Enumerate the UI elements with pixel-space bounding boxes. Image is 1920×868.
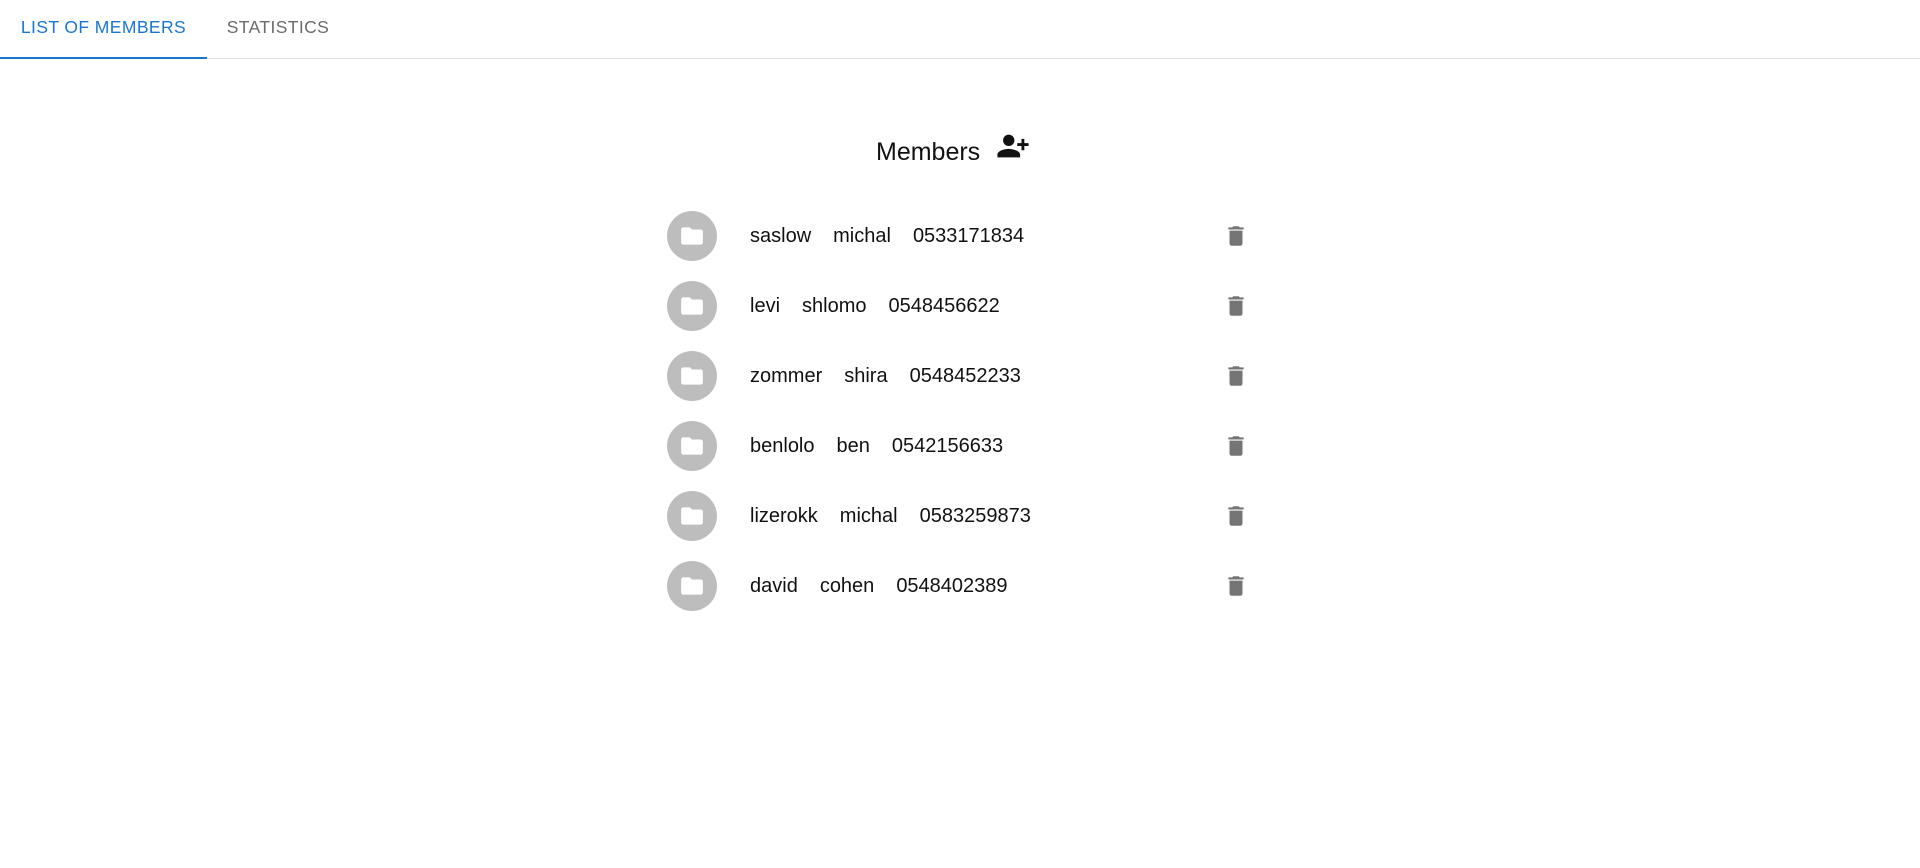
member-phone: 0583259873 — [919, 505, 1031, 527]
tab-statistics[interactable]: STATISTICS — [207, 0, 349, 59]
delete-button[interactable] — [1220, 290, 1252, 322]
member-row: benlolo ben 0542156633 — [666, 416, 1266, 486]
folder-icon — [679, 293, 705, 319]
tab-bar: LIST OF MEMBERS STATISTICS — [0, 0, 1920, 59]
folder-icon — [679, 223, 705, 249]
delete-button[interactable] — [1220, 360, 1252, 392]
page-title: Members — [876, 137, 981, 166]
member-last-name: levi — [750, 295, 781, 317]
member-first-name: shlomo — [802, 295, 867, 317]
trash-icon — [1223, 502, 1249, 530]
member-row: saslow michal 0533171834 — [666, 206, 1266, 276]
member-avatar — [667, 281, 717, 331]
trash-icon — [1223, 292, 1249, 320]
member-row: levi shlomo 0548456622 — [666, 276, 1266, 346]
member-row: lizerokk michal 0583259873 — [666, 486, 1266, 556]
folder-icon — [679, 503, 705, 529]
member-phone: 0548456622 — [888, 295, 1000, 317]
member-avatar — [667, 421, 717, 471]
delete-button[interactable] — [1220, 570, 1252, 602]
folder-icon — [679, 573, 705, 599]
member-first-name: shira — [844, 365, 888, 387]
member-last-name: benlolo — [750, 435, 815, 457]
member-first-name: ben — [836, 435, 870, 457]
tab-list-of-members[interactable]: LIST OF MEMBERS — [0, 0, 207, 59]
member-last-name: zommer — [750, 365, 823, 387]
delete-button[interactable] — [1220, 220, 1252, 252]
trash-icon — [1223, 572, 1249, 600]
member-avatar — [667, 491, 717, 541]
member-details: benlolo ben 0542156633 — [750, 416, 1025, 476]
member-phone: 0548452233 — [909, 365, 1021, 387]
member-row: david cohen 0548402389 — [666, 556, 1266, 626]
member-details: zommer shira 0548452233 — [750, 346, 1043, 406]
member-list: saslow michal 0533171834 levi shlomo 05484566… — [666, 206, 1266, 626]
member-details: levi shlomo 0548456622 — [750, 276, 1022, 336]
member-phone: 0542156633 — [891, 435, 1004, 457]
member-details: lizerokk michal 0583259873 — [750, 486, 1053, 546]
member-first-name: michal — [839, 505, 898, 527]
member-details: saslow michal 0533171834 — [750, 206, 1046, 266]
trash-icon — [1223, 222, 1249, 250]
folder-icon — [679, 363, 705, 389]
member-last-name: david — [750, 575, 798, 597]
member-avatar — [667, 351, 717, 401]
member-avatar — [667, 211, 717, 261]
member-avatar — [667, 561, 717, 611]
delete-button[interactable] — [1220, 500, 1252, 532]
members-header: Members — [876, 130, 1030, 174]
trash-icon — [1223, 432, 1249, 460]
member-first-name: cohen — [819, 575, 875, 597]
delete-button[interactable] — [1220, 430, 1252, 462]
folder-icon — [679, 433, 705, 459]
member-phone: 0533171834 — [912, 225, 1025, 247]
member-row: zommer shira 0548452233 — [666, 346, 1266, 416]
member-phone: 0548402389 — [896, 575, 1008, 597]
member-first-name: michal — [833, 225, 891, 247]
member-last-name: lizerokk — [750, 505, 818, 527]
member-last-name: saslow — [750, 225, 812, 247]
person-add-icon[interactable] — [996, 129, 1030, 163]
member-details: david cohen 0548402389 — [750, 556, 1030, 616]
trash-icon — [1223, 362, 1249, 390]
